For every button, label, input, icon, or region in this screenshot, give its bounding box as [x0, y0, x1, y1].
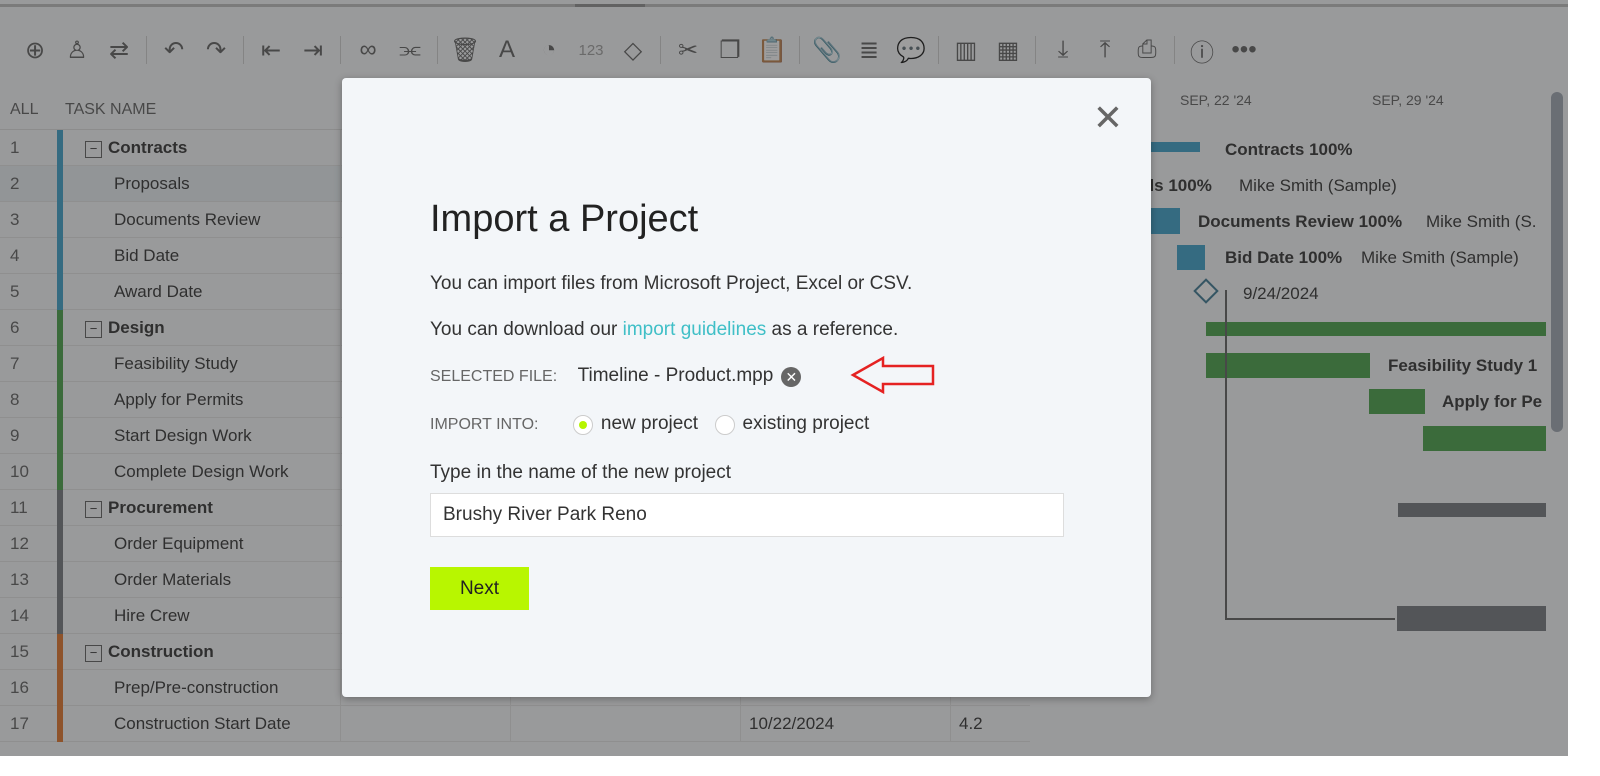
project-name-label: Type in the name of the new project — [430, 462, 732, 483]
radio-label: new project — [600, 413, 699, 434]
import-into-label: IMPORT INTO: — [430, 416, 539, 433]
next-button[interactable]: Next — [430, 567, 529, 610]
selected-file-label: SELECTED FILE: — [430, 368, 558, 385]
radio-new-project[interactable]: new project — [572, 413, 699, 435]
radio-icon[interactable] — [572, 414, 593, 435]
project-name-input[interactable] — [430, 493, 1064, 537]
radio-label: existing project — [742, 413, 870, 434]
import-project-dialog: ✕ Import a Project You can import files … — [342, 78, 1151, 697]
dialog-description: You can import files from Microsoft Proj… — [430, 273, 913, 294]
red-arrow-annotation — [850, 355, 935, 395]
close-icon[interactable]: ✕ — [1093, 100, 1123, 136]
selected-file-row: SELECTED FILE: Timeline - Product.mpp ✕ — [430, 355, 935, 395]
dialog-title: Import a Project — [430, 198, 699, 240]
radio-icon[interactable] — [714, 414, 735, 435]
selected-file-name: Timeline - Product.mpp — [577, 365, 774, 386]
guidelines-suffix: as a reference. — [766, 319, 899, 340]
scrollbar[interactable] — [1551, 92, 1563, 432]
import-guidelines-link[interactable]: import guidelines — [623, 319, 767, 340]
guidelines-prefix: You can download our — [430, 319, 623, 340]
import-into-row: IMPORT INTO: new project existing projec… — [430, 413, 869, 435]
guidelines-text: You can download our import guidelines a… — [430, 319, 898, 341]
radio-existing-project[interactable]: existing project — [714, 413, 870, 435]
remove-file-icon[interactable]: ✕ — [781, 366, 802, 387]
